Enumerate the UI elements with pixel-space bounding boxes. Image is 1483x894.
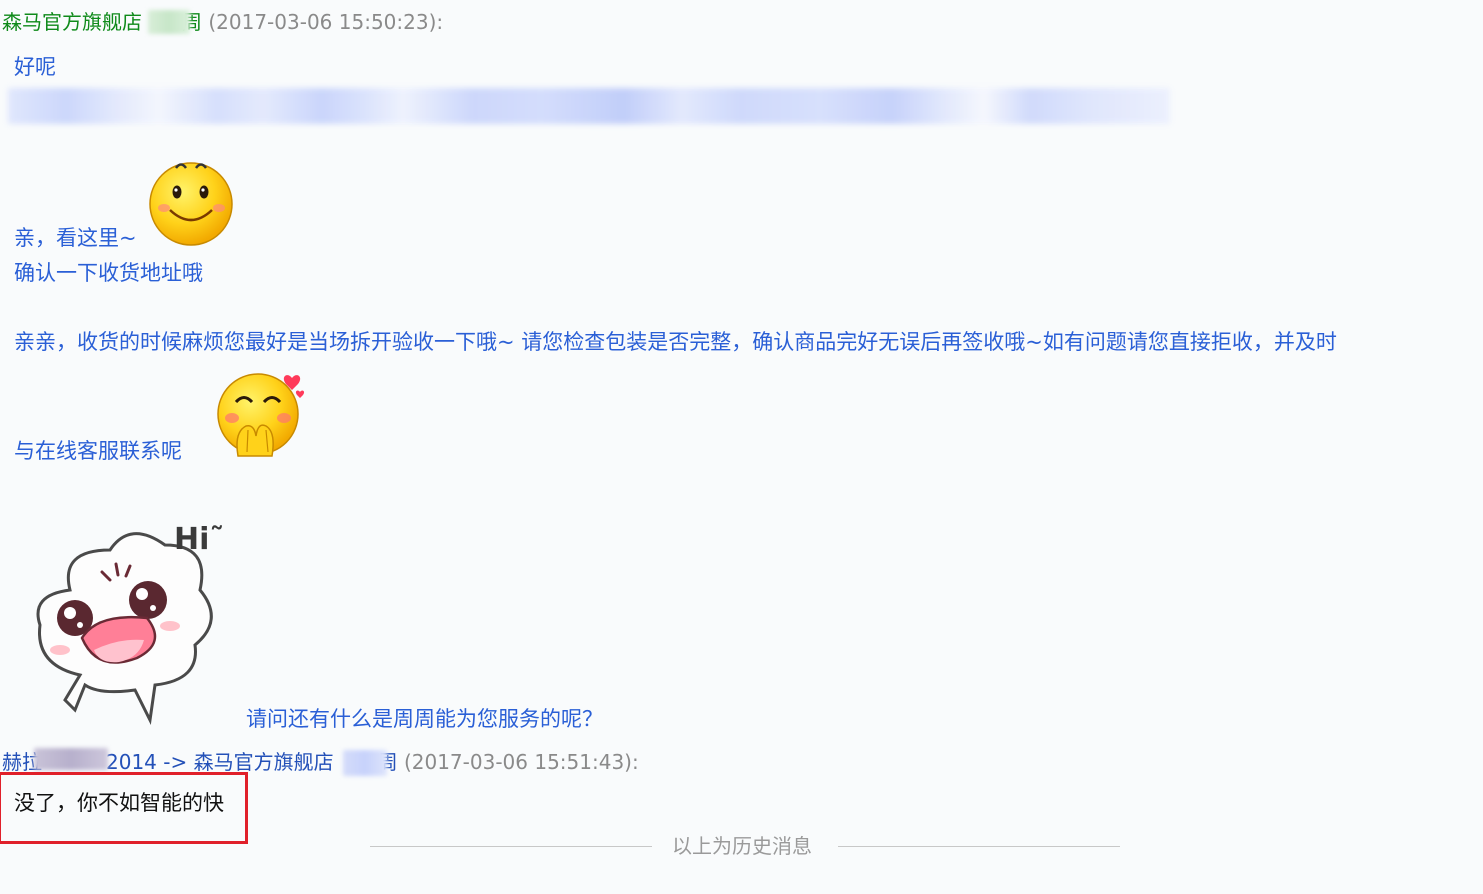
redaction-blur: [148, 10, 190, 34]
history-divider-label: 以上为历史消息: [672, 834, 812, 858]
message-timestamp: (2017-03-06 15:51:43):: [403, 750, 639, 774]
message-line: 请问还有什么是周周能为您服务的呢？: [246, 707, 603, 731]
sender-name-seller[interactable]: 森马官方旗舰店: [2, 10, 142, 34]
shy-emoji-icon: [217, 373, 305, 457]
redaction-blur: [34, 748, 108, 770]
sender-name-buyer-mid: 2014 -> 森马官方旗舰店: [106, 750, 334, 774]
message-line: 亲亲，收货的时候麻烦您最好是当场拆开验收一下哦~ 请您检查包装是否完整，确认商品…: [14, 330, 1337, 354]
buyer-message-text: 没了，你不如智能的快: [14, 791, 224, 815]
message-header-seller: 森马官方旗舰店周 (2017-03-06 15:50:23):: [2, 10, 443, 34]
divider-line-right: [838, 846, 1120, 847]
sticker-hi-text: Hi˜: [174, 522, 225, 557]
message-line: 确认一下收货地址哦: [14, 261, 203, 285]
message-timestamp: (2017-03-06 15:50:23):: [208, 10, 444, 34]
message-line: 好呢: [14, 55, 56, 79]
divider-line-left: [370, 846, 652, 847]
smile-emoji-icon: [149, 162, 233, 246]
hi-sticker-icon: Hi˜: [20, 520, 240, 730]
redaction-blur: [343, 750, 387, 776]
message-line: 与在线客服联系呢: [14, 439, 182, 463]
message-line: 亲，看这里~: [14, 226, 137, 250]
redacted-address-bar: [8, 88, 1170, 124]
